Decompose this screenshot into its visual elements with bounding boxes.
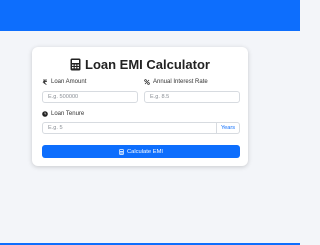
loan-tenure-label-text: Loan Tenure [51, 111, 85, 117]
interest-rate-input[interactable]: E.g. 8.5 [144, 91, 240, 103]
loan-tenure-label: Loan Tenure [42, 111, 84, 117]
emi-calculator-card: Loan EMI Calculator Loan Amount E.g. 500… [32, 47, 248, 166]
interest-rate-label-text: Annual Interest Rate [153, 79, 208, 85]
page-title: Loan EMI Calculator [32, 55, 248, 73]
calculator-icon [119, 148, 124, 155]
loan-amount-label-text: Loan Amount [51, 79, 87, 85]
loan-amount-label: Loan Amount [42, 79, 86, 85]
loan-tenure-input[interactable]: E.g. 5 [42, 122, 217, 134]
calculate-emi-button[interactable]: Calculate EMI [42, 145, 240, 158]
percent-icon [144, 79, 150, 85]
rupee-icon [42, 79, 47, 85]
clock-icon [42, 111, 48, 117]
tenure-unit-addon: Years [217, 122, 240, 134]
page-title-text: Loan EMI Calculator [85, 56, 210, 72]
calculator-icon [70, 58, 81, 70]
calculate-emi-button-label: Calculate EMI [126, 148, 164, 155]
interest-rate-label: Annual Interest Rate [144, 79, 208, 85]
loan-amount-input[interactable]: E.g. 500000 [42, 91, 138, 103]
top-banner [0, 0, 300, 31]
